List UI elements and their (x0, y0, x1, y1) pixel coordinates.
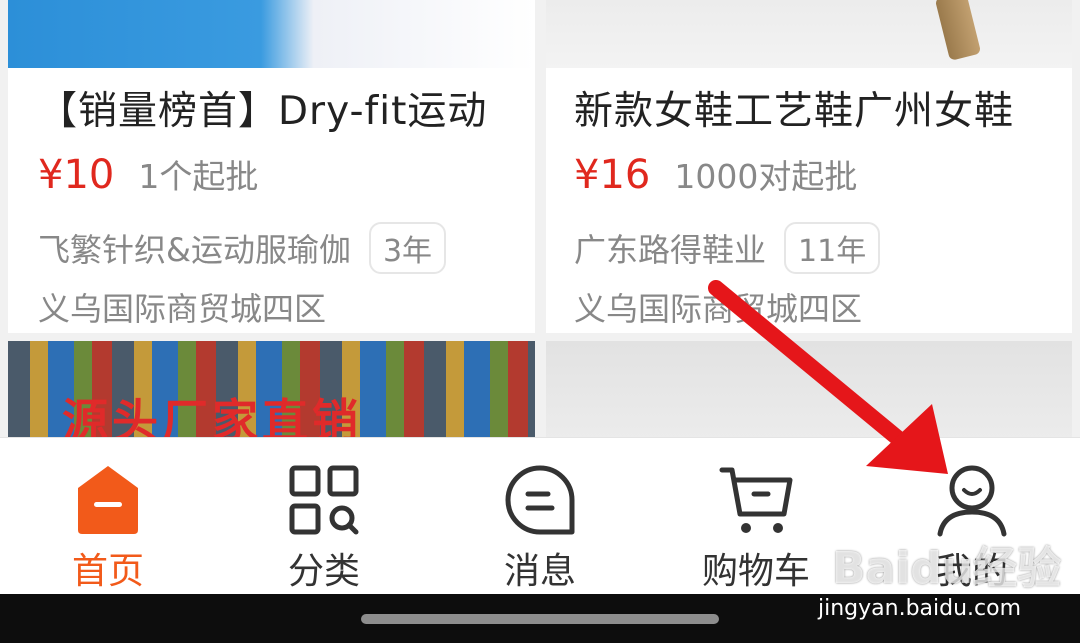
tab-label: 首页 (71, 551, 144, 592)
tab-category[interactable]: 分类 (216, 438, 432, 595)
message-bubble-icon (505, 465, 575, 535)
tab-label: 消息 (503, 551, 576, 592)
product-image[interactable] (8, 0, 535, 68)
product-image[interactable] (546, 341, 1072, 441)
profile-icon (937, 465, 1007, 537)
tab-home[interactable]: 首页 (0, 438, 216, 595)
shoe-image-detail (934, 0, 982, 61)
home-gesture-handle[interactable] (361, 614, 719, 624)
watermark-url: jingyan.baidu.com (818, 596, 1022, 621)
price-row: ¥16 1000对起批 (574, 150, 857, 198)
price-row: ¥10 1个起批 (38, 150, 258, 198)
product-image-toys[interactable]: 源头厂家直销 (8, 341, 535, 441)
shop-name: 飞繁针织&运动服瑜伽 (38, 231, 351, 269)
product-price: ¥10 (38, 152, 115, 198)
product-card[interactable]: 新款女鞋工艺鞋广州女鞋 ¥16 1000对起批 广东路得鞋业 11年 义乌国际商… (546, 0, 1072, 333)
category-grid-icon (289, 465, 359, 535)
product-title: 新款女鞋工艺鞋广州女鞋 (574, 89, 1015, 134)
shop-row: 飞繁针织&运动服瑜伽 3年 (38, 222, 447, 274)
shop-name: 广东路得鞋业 (574, 231, 767, 269)
shop-location: 义乌国际商贸城四区 (38, 290, 327, 328)
shop-years-badge: 11年 (784, 222, 881, 274)
shop-years-badge: 3年 (368, 222, 447, 274)
tab-messages[interactable]: 消息 (432, 438, 648, 595)
product-title: 【销量榜首】Dry-fit运动 (38, 89, 488, 134)
watermark-logo: Baidu经验 (832, 543, 1062, 594)
product-image[interactable] (546, 0, 1072, 68)
product-price: ¥16 (574, 152, 651, 198)
promo-banner-text: 源头厂家直销 (62, 394, 362, 441)
minimum-order: 1000对起批 (674, 157, 858, 196)
shopping-cart-icon (719, 467, 793, 533)
minimum-order: 1个起批 (138, 157, 259, 196)
shop-location: 义乌国际商贸城四区 (574, 290, 863, 328)
product-card[interactable]: 【销量榜首】Dry-fit运动 ¥10 1个起批 飞繁针织&运动服瑜伽 3年 义… (8, 0, 535, 333)
shop-row: 广东路得鞋业 11年 (574, 222, 881, 274)
tab-label: 分类 (287, 551, 360, 592)
home-icon (78, 466, 138, 534)
